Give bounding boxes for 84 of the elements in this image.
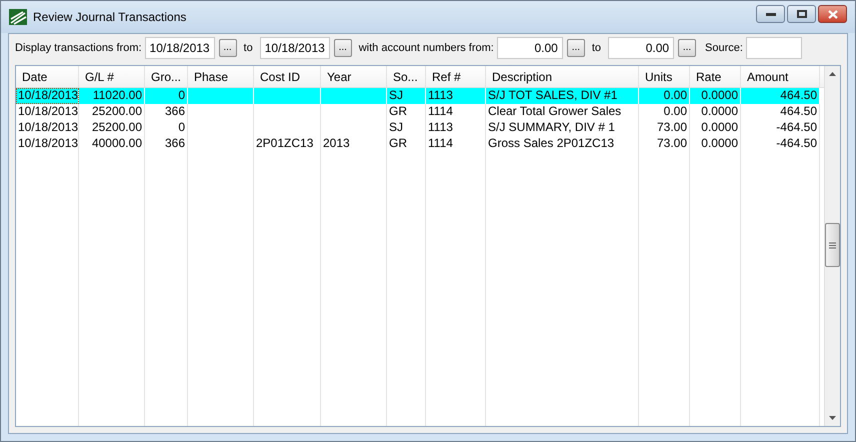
table-cell xyxy=(321,88,387,104)
column-header[interactable]: Phase xyxy=(188,66,254,87)
minimize-icon xyxy=(766,12,776,16)
grip-icon xyxy=(829,242,836,248)
table-cell: 2P01ZC13 xyxy=(254,136,321,152)
maximize-icon xyxy=(796,10,806,18)
field-label: to xyxy=(244,40,253,56)
table-cell: 0.0000 xyxy=(690,104,741,120)
table-cell: 11020.00 xyxy=(79,88,145,104)
table-cell: 0 xyxy=(145,120,188,136)
table-cell: 1114 xyxy=(426,104,486,120)
table-cell: 10/18/2013 xyxy=(16,88,79,104)
column-header[interactable]: So... xyxy=(387,66,426,87)
table-row[interactable]: 10/18/2013 25200.00 0 SJ 1113 S/J SUMMARY, DIV # 1 73.00 0.0000 -464.50 xyxy=(16,120,824,136)
table-cell: 10/18/2013 xyxy=(16,104,79,120)
table-cell: 0.0000 xyxy=(690,88,741,104)
close-button[interactable] xyxy=(818,5,847,23)
table-cell: Gross Sales 2P01ZC13 xyxy=(486,136,639,152)
input-field[interactable] xyxy=(746,37,802,59)
table-row[interactable]: 10/18/2013 40000.00 366 2P01ZC13 2013 GR 1114 Gross Sales 2P01ZC13 73.00 0.0000 -464.50 xyxy=(16,136,824,152)
column-header[interactable]: Units xyxy=(639,66,690,87)
column-header[interactable]: Rate xyxy=(690,66,741,87)
table-cell xyxy=(254,88,321,104)
table-cell: 10/18/2013 xyxy=(16,120,79,136)
table-cell: SJ xyxy=(387,120,426,136)
column-header[interactable]: Description xyxy=(486,66,639,87)
table-cell: SJ xyxy=(387,88,426,104)
table-cell: 0.00 xyxy=(639,104,690,120)
browse-button[interactable]: ... xyxy=(218,39,237,57)
field-label: Source: xyxy=(705,40,743,56)
input-field[interactable]: 10/18/2013 xyxy=(144,37,215,59)
table-cell: GR xyxy=(387,104,426,120)
table-cell: 366 xyxy=(145,104,188,120)
table-cell: S/J TOT SALES, DIV #1 xyxy=(486,88,639,104)
table-cell: 73.00 xyxy=(639,120,690,136)
column-header[interactable]: Amount xyxy=(741,66,820,87)
table-cell: S/J SUMMARY, DIV # 1 xyxy=(486,120,639,136)
table-cell: -464.50 xyxy=(741,120,820,136)
close-icon xyxy=(828,10,838,18)
browse-button[interactable]: ... xyxy=(566,39,585,57)
table-cell xyxy=(188,88,254,104)
column-header[interactable]: G/L # xyxy=(79,66,145,87)
field-label: with account numbers from: xyxy=(358,40,494,56)
column-header[interactable]: Gro... xyxy=(145,66,188,87)
table-cell: 0.0000 xyxy=(690,120,741,136)
table-cell: 0 xyxy=(145,88,188,104)
field-label: Display transactions from: xyxy=(15,40,142,56)
scroll-down-icon xyxy=(829,416,836,420)
table-cell: 1114 xyxy=(426,136,486,152)
table-cell: Clear Total Grower Sales xyxy=(486,104,639,120)
scroll-up-icon xyxy=(829,72,836,76)
column-header[interactable]: Year xyxy=(321,66,387,87)
browse-button[interactable]: ... xyxy=(678,39,696,57)
vertical-scrollbar[interactable] xyxy=(824,66,840,426)
table-cell: 73.00 xyxy=(639,136,690,152)
input-field[interactable]: 10/18/2013 xyxy=(260,37,330,59)
table-cell: 40000.00 xyxy=(79,136,145,152)
column-header[interactable]: Date xyxy=(16,66,79,87)
table-row[interactable]: 10/18/2013 25200.00 366 GR 1114 Clear Total Grower Sales 0.00 0.0000 464.50 xyxy=(16,104,824,120)
table-cell: 1113 xyxy=(426,120,486,136)
maximize-button[interactable] xyxy=(787,5,816,23)
table-cell: 464.50 xyxy=(741,88,820,104)
table-cell: -464.50 xyxy=(741,136,820,152)
table-cell: 1113 xyxy=(426,88,486,104)
browse-button[interactable]: ... xyxy=(334,39,352,57)
table-cell: 366 xyxy=(145,136,188,152)
table-row[interactable]: 10/18/2013 11020.00 0 SJ 1113 S/J TOT SALES, DIV #1 0.00 0.0000 464.50 xyxy=(16,88,824,104)
table-cell: 10/18/2013 xyxy=(16,136,79,152)
column-header[interactable]: Ref # xyxy=(426,66,486,87)
scroll-thumb[interactable] xyxy=(825,223,840,267)
table-cell: 25200.00 xyxy=(79,120,145,136)
field-label: to xyxy=(592,40,602,56)
input-field[interactable]: 0.00 xyxy=(496,37,563,59)
table-cell: 0.0000 xyxy=(690,136,741,152)
app-logo-icon xyxy=(9,9,27,25)
window-title: Review Journal Transactions xyxy=(33,9,186,26)
column-header[interactable]: Cost ID xyxy=(254,66,321,87)
table-cell: 2013 xyxy=(321,136,387,152)
input-field[interactable]: 0.00 xyxy=(608,37,674,59)
table-cell: 0.00 xyxy=(639,88,690,104)
minimize-button[interactable] xyxy=(756,5,785,23)
table-cell: GR xyxy=(387,136,426,152)
table-cell: 25200.00 xyxy=(79,104,145,120)
table-cell: 464.50 xyxy=(741,104,820,120)
